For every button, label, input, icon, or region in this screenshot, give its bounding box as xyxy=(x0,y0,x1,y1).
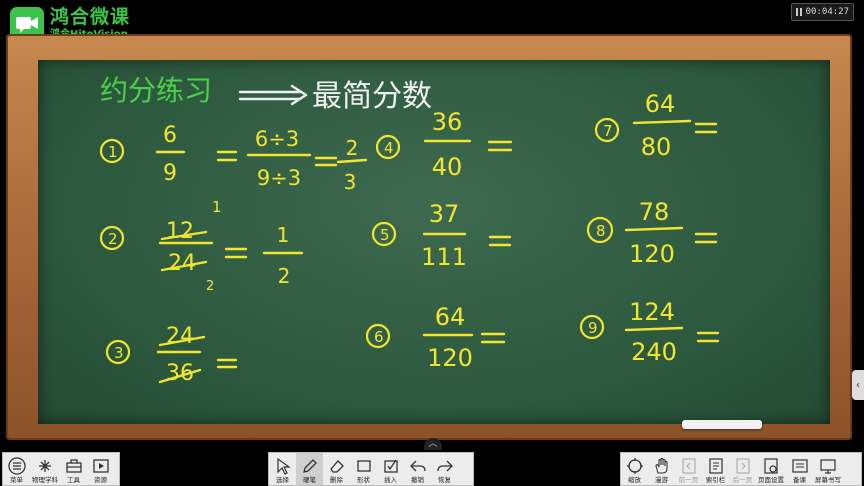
denominator: 240 xyxy=(631,338,677,366)
menu-button[interactable]: 菜单 xyxy=(3,453,30,485)
numerator: 64 xyxy=(435,303,466,331)
page-settings-button[interactable]: 页面设置 xyxy=(756,453,786,485)
erase-button[interactable]: 删除 xyxy=(323,453,350,485)
expand-toolbar-tab[interactable]: ︿ xyxy=(424,438,442,450)
pen-button[interactable]: 硬笔 xyxy=(296,453,323,485)
numerator: 24 xyxy=(166,324,194,349)
problem-4: 4 36 40 xyxy=(375,108,513,181)
numerator: 124 xyxy=(629,298,675,326)
title-text: 约分练习 xyxy=(100,74,212,107)
toolbar-left: 菜单 物理学科 工具 资源 xyxy=(2,452,120,486)
numerator: 37 xyxy=(429,200,460,228)
resource-icon xyxy=(91,457,111,475)
svg-text:2: 2 xyxy=(346,136,359,160)
prev-page-button[interactable]: 前一页 xyxy=(675,453,702,485)
svg-text:1: 1 xyxy=(277,223,290,247)
screen-write-icon xyxy=(818,457,838,475)
next-page-button[interactable]: 后一页 xyxy=(729,453,756,485)
problem-number: 9 xyxy=(588,319,598,337)
shape-icon xyxy=(354,457,374,475)
prev-page-icon xyxy=(679,457,699,475)
problem-5: 5 37 111 xyxy=(371,200,512,271)
physics-icon xyxy=(35,457,55,475)
problem-2: 2 1 12 24 2 1 2 xyxy=(99,198,304,294)
zoom-icon xyxy=(625,457,645,475)
shape-button[interactable]: 形状 xyxy=(350,453,377,485)
problem-6: 6 64 120 xyxy=(365,303,506,372)
tools-button[interactable]: 工具 xyxy=(60,453,87,485)
numerator: 64 xyxy=(645,90,676,118)
lesson-prep-button[interactable]: 备课 xyxy=(786,453,813,485)
pen-icon xyxy=(300,457,320,475)
denominator: 111 xyxy=(421,243,467,271)
side-panel-tab[interactable]: ‹ xyxy=(852,370,864,400)
numerator: 12 xyxy=(166,219,194,244)
select-button[interactable]: 选择 xyxy=(269,453,296,485)
lesson-prep-icon xyxy=(790,457,810,475)
svg-text:9÷3: 9÷3 xyxy=(257,166,301,190)
select-cursor-icon xyxy=(273,457,293,475)
svg-text:3: 3 xyxy=(344,170,357,194)
arrow-icon xyxy=(238,84,308,106)
handwriting-layer: 约分练习 最简分数 1 6 9 6÷3 9÷3 2 3 2 1 12 24 2 … xyxy=(99,74,720,386)
svg-text:2: 2 xyxy=(278,264,291,288)
problem-7: 7 64 80 xyxy=(594,90,718,161)
problem-number: 6 xyxy=(374,328,384,346)
physics-subject-button[interactable]: 物理学科 xyxy=(30,453,60,485)
index-bar-button[interactable]: 索引栏 xyxy=(702,453,729,485)
svg-text:6÷3: 6÷3 xyxy=(255,127,299,151)
problem-number: 8 xyxy=(596,222,606,240)
denominator: 80 xyxy=(641,133,672,161)
insert-button[interactable]: 插入 xyxy=(377,453,404,485)
index-icon xyxy=(706,457,726,475)
numerator: 36 xyxy=(432,108,463,136)
zoom-button[interactable]: 缩放 xyxy=(621,453,648,485)
svg-text:2: 2 xyxy=(206,279,214,294)
problem-number: 2 xyxy=(108,230,118,248)
numerator: 78 xyxy=(639,198,670,226)
denominator: 40 xyxy=(432,153,463,181)
problem-number: 3 xyxy=(114,344,124,362)
numerator: 6 xyxy=(163,123,177,148)
next-page-icon xyxy=(733,457,753,475)
toolbar-right: 缩放 漫游 前一页 索引栏 后一页 页面设置 备课 屏幕书写 xyxy=(620,452,862,486)
redo-icon xyxy=(435,457,455,475)
denominator: 120 xyxy=(629,240,675,268)
eraser-icon xyxy=(327,457,347,475)
resources-button[interactable]: 资源 xyxy=(87,453,114,485)
title-target-text: 最简分数 xyxy=(312,79,432,114)
problem-9: 9 124 240 xyxy=(579,298,720,366)
insert-icon xyxy=(381,457,401,475)
denominator: 120 xyxy=(427,344,473,372)
problem-number: 5 xyxy=(380,226,390,244)
page-settings-icon xyxy=(761,457,781,475)
problem-number: 4 xyxy=(384,139,394,157)
menu-icon xyxy=(7,456,27,475)
undo-icon xyxy=(408,457,428,475)
denominator: 9 xyxy=(163,161,177,186)
problem-1: 1 6 9 6÷3 9÷3 2 3 xyxy=(99,123,368,194)
problem-number: 1 xyxy=(108,143,118,161)
redo-button[interactable]: 恢复 xyxy=(431,453,458,485)
problem-number: 7 xyxy=(603,122,613,140)
svg-text:1: 1 xyxy=(212,198,222,216)
problem-3: 3 24 36 xyxy=(105,324,238,386)
problem-8: 8 78 120 xyxy=(586,198,718,268)
toolbar-center: 选择 硬笔 删除 形状 插入 撤销 恢复 xyxy=(268,452,474,486)
hand-icon xyxy=(652,457,672,475)
screen-write-button[interactable]: 屏幕书写 xyxy=(813,453,843,485)
undo-button[interactable]: 撤销 xyxy=(404,453,431,485)
roam-button[interactable]: 漫游 xyxy=(648,453,675,485)
toolbox-icon xyxy=(64,457,84,475)
